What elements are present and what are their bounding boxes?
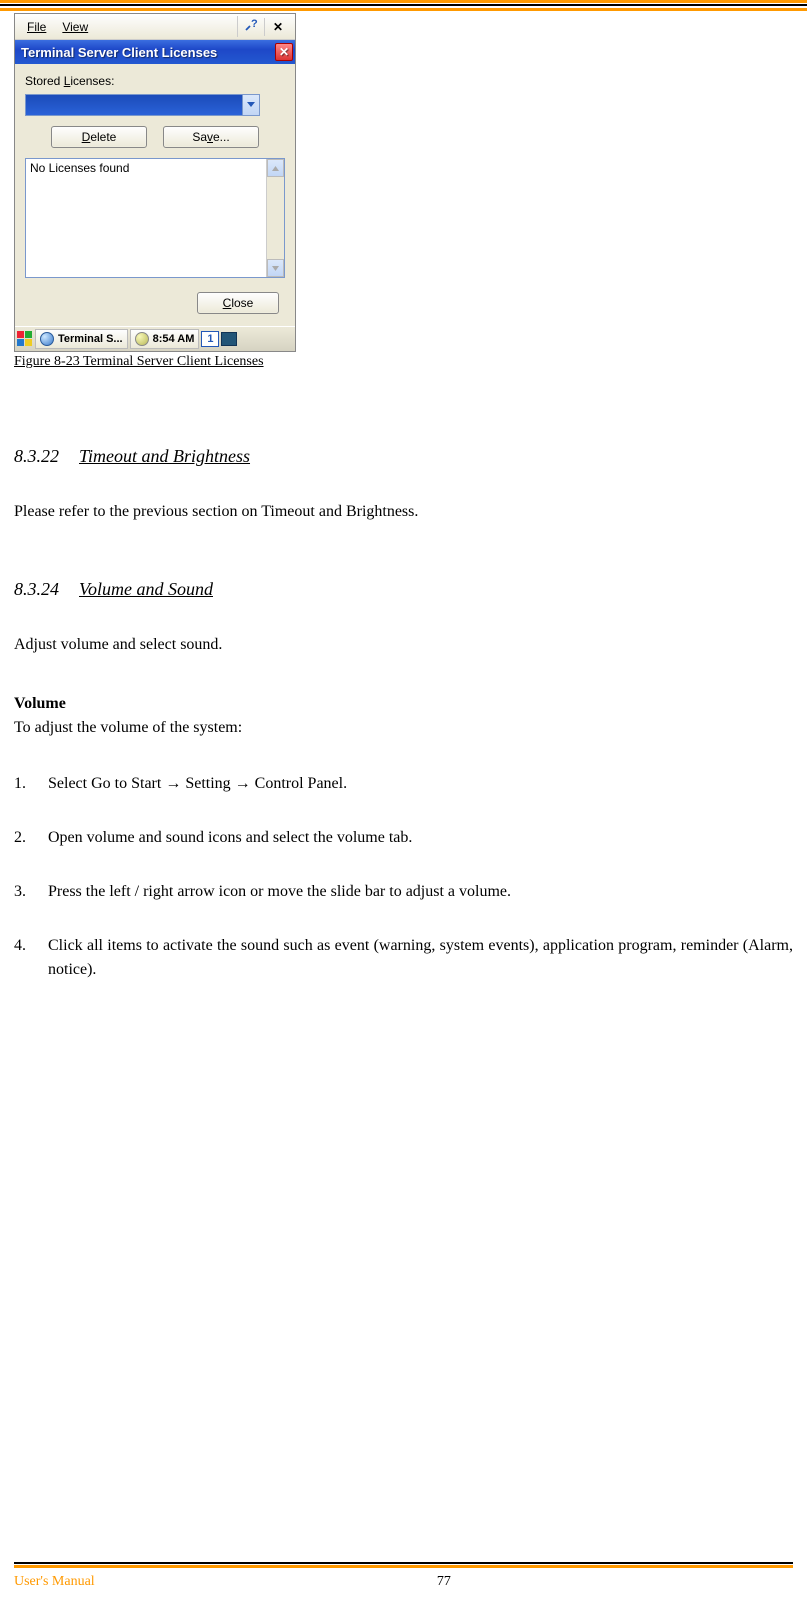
app-icon [40,332,54,346]
label-pre: Stored [25,74,64,88]
footer: User's Manual 77 [14,1562,793,1590]
combo-input[interactable] [25,94,242,116]
section-num-1: 8.3.22 [14,446,59,467]
close-button[interactable]: ✕ [275,43,293,61]
scroll-track[interactable] [267,177,284,259]
section2-intro: Adjust volume and select sound. [14,634,793,656]
section-title-2: Volume and Sound [79,579,213,600]
taskbar-time: 8:54 AM [153,333,195,345]
scrollbar[interactable] [266,159,284,277]
stored-licenses-label: Stored Licenses: [25,74,285,88]
menubar: File View ? ✕ [15,14,295,40]
screenshot-window: File View ? ✕ Terminal Server Client Lic… [14,13,296,352]
listbox-content: No Licenses found [26,159,266,277]
menu-file[interactable]: File [19,18,54,36]
step-1: Select Go to Start → Setting → Control P… [14,772,793,796]
footer-left: User's Manual [14,1574,95,1590]
delete-u: D [82,130,91,144]
page-content: File View ? ✕ Terminal Server Client Lic… [0,13,807,982]
save-button[interactable]: Save... [163,126,259,148]
scroll-up-icon[interactable] [267,159,284,177]
page-number: 77 [95,1574,793,1590]
taskbar-app[interactable]: Terminal S... [35,329,128,349]
save-pre: Sa [192,130,207,144]
section1-body: Please refer to the previous section on … [14,501,793,523]
chevron-down-icon[interactable] [242,94,260,116]
figure-caption: Figure 8-23 Terminal Server Client Licen… [14,354,793,370]
footer-border-dark [14,1562,793,1564]
section-num-2: 8.3.24 [14,579,59,600]
svg-text:?: ? [251,18,258,30]
delete-button[interactable]: Delete [51,126,147,148]
button-row: Delete Save... [25,126,285,148]
volume-desc: To adjust the volume of the system: [14,717,793,739]
delete-post: elete [90,130,116,144]
step-4: Click all items to activate the sound su… [14,934,793,982]
section-heading-1: 8.3.22 Timeout and Brightness [14,446,793,467]
keyboard-indicator-icon[interactable]: 1 [201,331,219,347]
close-row: Close [25,292,285,314]
steps-list: Select Go to Start → Setting → Control P… [14,772,793,982]
taskbar-clock[interactable]: 8:54 AM [130,329,200,349]
close-dialog-button[interactable]: Close [197,292,279,314]
menubar-close-icon[interactable]: ✕ [264,18,291,36]
top-border-orange [0,0,807,3]
step-3: Press the left / right arrow icon or mov… [14,880,793,904]
taskbar: Terminal S... 8:54 AM 1 [15,326,295,351]
close-post: lose [231,296,253,310]
dialog-body: Stored Licenses: Delete Save... No Licen… [15,64,295,326]
tray-icon[interactable] [221,332,237,346]
top-border-dark [0,4,807,6]
help-icon[interactable]: ? [237,16,264,37]
section-title-1: Timeout and Brightness [79,446,250,467]
section-heading-2: 8.3.24 Volume and Sound [14,579,793,600]
titlebar: Terminal Server Client Licenses ✕ [15,40,295,64]
volume-bold: Volume [14,693,793,715]
step-2: Open volume and sound icons and select t… [14,826,793,850]
licenses-combo[interactable] [25,94,260,116]
menu-view[interactable]: View [54,18,96,36]
licenses-listbox[interactable]: No Licenses found [25,158,285,278]
taskbar-app-label: Terminal S... [58,333,123,345]
footer-row: User's Manual 77 [14,1574,793,1590]
menu-file-label: File [27,20,46,34]
top-border-orange-2 [0,8,807,11]
network-icon [135,332,149,346]
window-title: Terminal Server Client Licenses [21,45,275,60]
scroll-down-icon[interactable] [267,259,284,277]
footer-border-orange [14,1565,793,1568]
menu-view-label: View [62,20,88,34]
save-post: e... [213,130,230,144]
label-post: icenses: [70,74,114,88]
start-icon[interactable] [17,331,33,347]
